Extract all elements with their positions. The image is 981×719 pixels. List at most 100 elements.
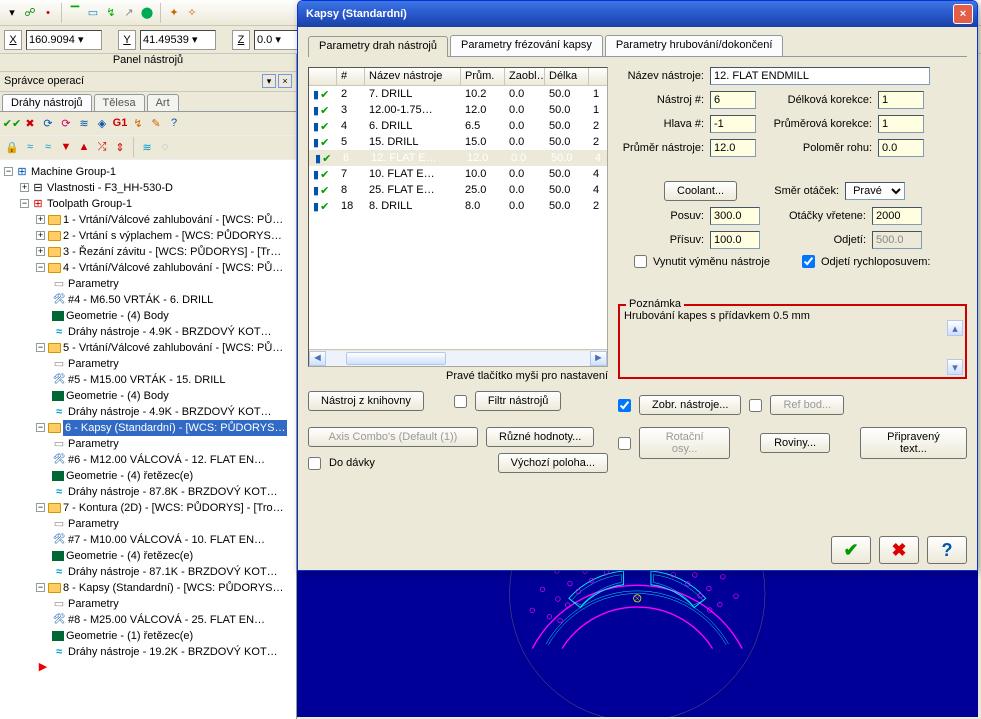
brush-icon[interactable]: ✦ (166, 5, 182, 21)
col-number[interactable]: # (337, 68, 365, 85)
show-tool-checkbox[interactable] (618, 399, 631, 412)
col-dia[interactable]: Prům. (461, 68, 505, 85)
x-field[interactable]: 160.9094 ▾ (26, 30, 102, 50)
display-icon[interactable]: ≈ (22, 139, 38, 155)
lock-icon[interactable]: 🔒 (4, 139, 20, 155)
comment-textarea[interactable] (624, 310, 943, 366)
select-all-icon[interactable]: ✔✔ (4, 115, 20, 131)
toggle-icon[interactable]: − (36, 583, 45, 592)
dia-offset-field[interactable] (878, 115, 924, 133)
spindle-speed-field[interactable] (872, 207, 922, 225)
toggle-icon[interactable]: − (36, 343, 45, 352)
expand-icon[interactable]: + (20, 183, 29, 192)
len-offset-field[interactable] (878, 91, 924, 109)
tree-operation-child[interactable]: 🛠#6 - M12.00 VÁLCOVÁ - 12. FLAT EN… (52, 452, 294, 468)
tab-art[interactable]: Art (147, 94, 179, 111)
tree-operation-child[interactable]: ≈Dráhy nástroje - 87.1K - BRZDOVÝ KOT… (52, 564, 294, 580)
point-icon[interactable]: • (40, 5, 56, 21)
tree-machine-group[interactable]: Machine Group-1 (31, 164, 116, 180)
filter-checkbox[interactable] (454, 395, 467, 408)
tool-list[interactable]: # Název nástroje Prům. Zaobl… Délka ▮✔ 2… (308, 67, 608, 367)
tree-operation-child[interactable]: ≈Dráhy nástroje - 4.9K - BRZDOVÝ KOT… (52, 324, 294, 340)
tree-operation-child[interactable]: ≈Dráhy nástroje - 87.8K - BRZDOVÝ KOT… (52, 484, 294, 500)
show-only-icon[interactable]: ≋ (139, 139, 155, 155)
help-icon[interactable]: ? (166, 115, 182, 131)
tool-row[interactable]: ▮✔ 825. FLAT E… 25.00.050.04 (309, 182, 607, 198)
coolant-button[interactable]: Coolant... (664, 181, 737, 201)
x-label[interactable]: X (4, 30, 22, 50)
regen-all-icon[interactable]: ⟳ (58, 115, 74, 131)
path-icon[interactable]: ↗ (121, 5, 137, 21)
tool-row[interactable]: ▮✔ 612. FLAT E… 12.00.050.04 (309, 150, 607, 166)
canned-text-button[interactable]: Připravený text... (860, 427, 967, 459)
col-rad[interactable]: Zaobl… (505, 68, 545, 85)
collapse-icon[interactable]: − (20, 199, 29, 208)
tree-operation-child[interactable]: ≈Dráhy nástroje - 4.9K - BRZDOVÝ KOT… (52, 404, 294, 420)
scroll-down-icon[interactable]: ▾ (947, 359, 963, 375)
deselect-icon[interactable]: ✖ (22, 115, 38, 131)
hsf-icon[interactable]: ↯ (130, 115, 146, 131)
graphics-viewport[interactable] (297, 571, 978, 717)
tree-operation-child[interactable]: ▭Parametry (52, 276, 294, 292)
operations-tree[interactable]: −⊞Machine Group-1 +⊟Vlastnosti - F3_HH-5… (0, 160, 296, 719)
dropdown-icon[interactable]: ▾ (262, 74, 276, 88)
toggle-icon[interactable]: + (36, 215, 45, 224)
backplot-icon[interactable]: ≋ (76, 115, 92, 131)
toggle-icon[interactable]: − (36, 263, 45, 272)
regen-icon[interactable]: ⟳ (40, 115, 56, 131)
col-len[interactable]: Délka (545, 68, 589, 85)
show-tool-button[interactable]: Zobr. nástroje... (639, 395, 741, 415)
tab-pocket-params[interactable]: Parametry frézování kapsy (450, 35, 603, 56)
library-button[interactable]: Nástroj z knihovny (308, 391, 424, 411)
tool-row[interactable]: ▮✔ 710. FLAT E… 10.00.050.04 (309, 166, 607, 182)
z-label[interactable]: Z (232, 30, 250, 50)
planes-button[interactable]: Roviny... (760, 433, 830, 453)
tool-name-field[interactable] (710, 67, 930, 85)
tool-no-field[interactable] (710, 91, 756, 109)
cancel-button[interactable]: ✖ (879, 536, 919, 564)
y-field[interactable]: 41.49539 ▾ (140, 30, 216, 50)
tool-icon[interactable]: ▾ (4, 5, 20, 21)
expand-icon[interactable]: ⇕ (112, 139, 128, 155)
tab-tool-params[interactable]: Parametry drah nástrojů (308, 36, 448, 57)
tree-operation-child[interactable]: Geometrie - (4) Body (52, 388, 294, 404)
tab-toolpaths[interactable]: Dráhy nástrojů (2, 94, 92, 111)
plunge-field[interactable] (710, 231, 760, 249)
tree-operation[interactable]: 2 - Vrtání s výplachem - [WCS: PŮDORYS… (63, 228, 282, 244)
tree-operation-child[interactable]: 🛠#8 - M25.00 VÁLCOVÁ - 25. FLAT EN… (52, 612, 294, 628)
move-up-icon[interactable]: ▲ (76, 139, 92, 155)
tree-operation[interactable]: 7 - Kontura (2D) - [WCS: PŮDORYS] - [Tro… (63, 500, 284, 516)
corner-rad-field[interactable] (878, 139, 924, 157)
refpoint-checkbox[interactable] (749, 399, 762, 412)
tree-operation-child[interactable]: 🛠#5 - M15.00 VRTÁK - 15. DRILL (52, 372, 294, 388)
dialog-titlebar[interactable]: Kapsy (Standardní) × (298, 1, 977, 27)
force-toolchange-checkbox[interactable] (634, 255, 647, 268)
tree-operation-child[interactable]: ▭Parametry (52, 356, 294, 372)
verify-icon[interactable]: ◈ (94, 115, 110, 131)
tree-operation[interactable]: 4 - Vrtání/Válcové zahlubování - [WCS: P… (63, 260, 283, 276)
line-icon[interactable]: ▔ (67, 5, 83, 21)
close-icon[interactable]: × (953, 4, 973, 24)
tree-operation[interactable]: 3 - Řezání závitu - [WCS: PŮDORYS] - [Tr… (63, 244, 281, 260)
batch-checkbox[interactable] (308, 457, 321, 470)
brush2-icon[interactable]: ✧ (184, 5, 200, 21)
feed-field[interactable] (710, 207, 760, 225)
close-panel-icon[interactable]: × (278, 74, 292, 88)
tool-dia-field[interactable] (710, 139, 756, 157)
spindle-dir-select[interactable]: Pravé (845, 182, 905, 200)
scroll-right-icon[interactable]: ► (590, 351, 607, 366)
head-no-field[interactable] (710, 115, 756, 133)
collapse-icon[interactable]: − (4, 167, 13, 176)
tool-row[interactable]: ▮✔ 188. DRILL 8.00.050.02 (309, 198, 607, 214)
horizontal-scrollbar[interactable]: ◄ ► (309, 349, 607, 366)
toggle-icon[interactable]: + (36, 247, 45, 256)
tool-row[interactable]: ▮✔ 515. DRILL 15.00.050.02 (309, 134, 607, 150)
tree-operation-child[interactable]: 🛠#7 - M10.00 VÁLCOVÁ - 10. FLAT EN… (52, 532, 294, 548)
ghost-icon[interactable]: ◌ (157, 139, 173, 155)
tree-operation[interactable]: 5 - Vrtání/Válcové zahlubování - [WCS: P… (63, 340, 283, 356)
tree-operation-child[interactable]: Geometrie - (1) řetězec(e) (52, 628, 294, 644)
toggle-icon[interactable]: + (36, 231, 45, 240)
rotary-checkbox[interactable] (618, 437, 631, 450)
tool-row[interactable]: ▮✔ 46. DRILL 6.50.050.02 (309, 118, 607, 134)
tree-operation-child[interactable]: ≈Dráhy nástroje - 19.2K - BRZDOVÝ KOT… (52, 644, 294, 660)
